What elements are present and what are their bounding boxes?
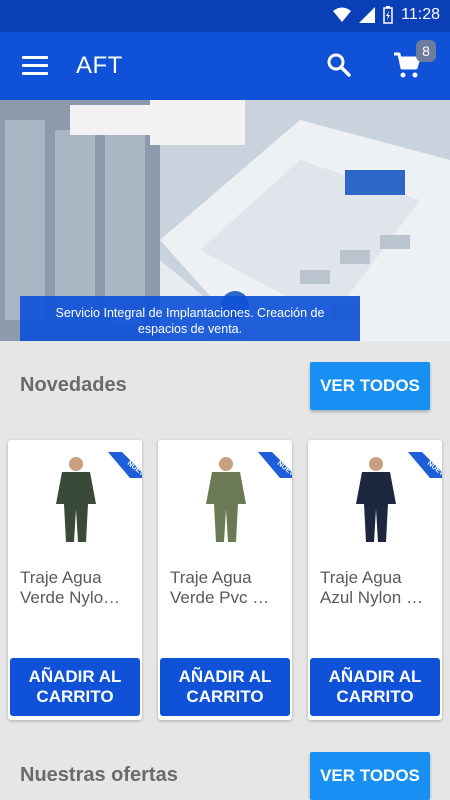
promo-banner[interactable]: Servicio Integral de Implantaciones. Cre… [0,100,450,341]
product-card[interactable]: NUEVO Traje Agua Azul Nylon … AÑADIR AL … [308,440,442,720]
banner-caption: Servicio Integral de Implantaciones. Cre… [20,296,360,341]
product-name[interactable]: Traje Agua Verde Pvc … [170,568,282,608]
search-button[interactable] [326,52,356,82]
search-icon [327,53,351,77]
product-name[interactable]: Traje Agua Azul Nylon … [320,568,432,608]
ver-todos-novedades-button[interactable]: VER TODOS [310,362,430,410]
hamburger-icon-line [22,72,48,75]
wifi-icon [333,7,352,22]
app-bar: AFT 8 [0,32,450,100]
hamburger-icon-line [22,64,48,67]
ver-todos-ofertas-button[interactable]: VER TODOS [310,752,430,800]
add-to-cart-button[interactable]: AÑADIR AL CARRITO [10,658,140,716]
battery-icon [383,6,393,24]
signal-icon [359,7,376,23]
status-icons: 11:28 [333,6,440,24]
nuevo-badge: NUEVO [104,452,142,478]
add-to-cart-button[interactable]: AÑADIR AL CARRITO [160,658,290,716]
cart-count-badge: 8 [416,40,436,62]
section-title-novedades: Novedades [20,374,127,396]
section-title-ofertas: Nuestras ofertas [20,764,178,786]
product-name[interactable]: Traje Agua Verde Nylo… [20,568,132,608]
product-card[interactable]: NUEVO Traje Agua Verde Pvc … AÑADIR AL C… [158,440,292,720]
nuevo-badge: NUEVO [254,452,292,478]
menu-button[interactable] [22,56,48,76]
app-title: AFT [76,52,123,79]
add-to-cart-button[interactable]: AÑADIR AL CARRITO [310,658,440,716]
product-card[interactable]: NUEVO Traje Agua Verde Nylo… AÑADIR AL C… [8,440,142,720]
status-time: 11:28 [401,6,440,23]
hamburger-icon [22,56,48,59]
nuevo-badge: NUEVO [404,452,442,478]
status-bar: 11:28 [0,0,450,32]
